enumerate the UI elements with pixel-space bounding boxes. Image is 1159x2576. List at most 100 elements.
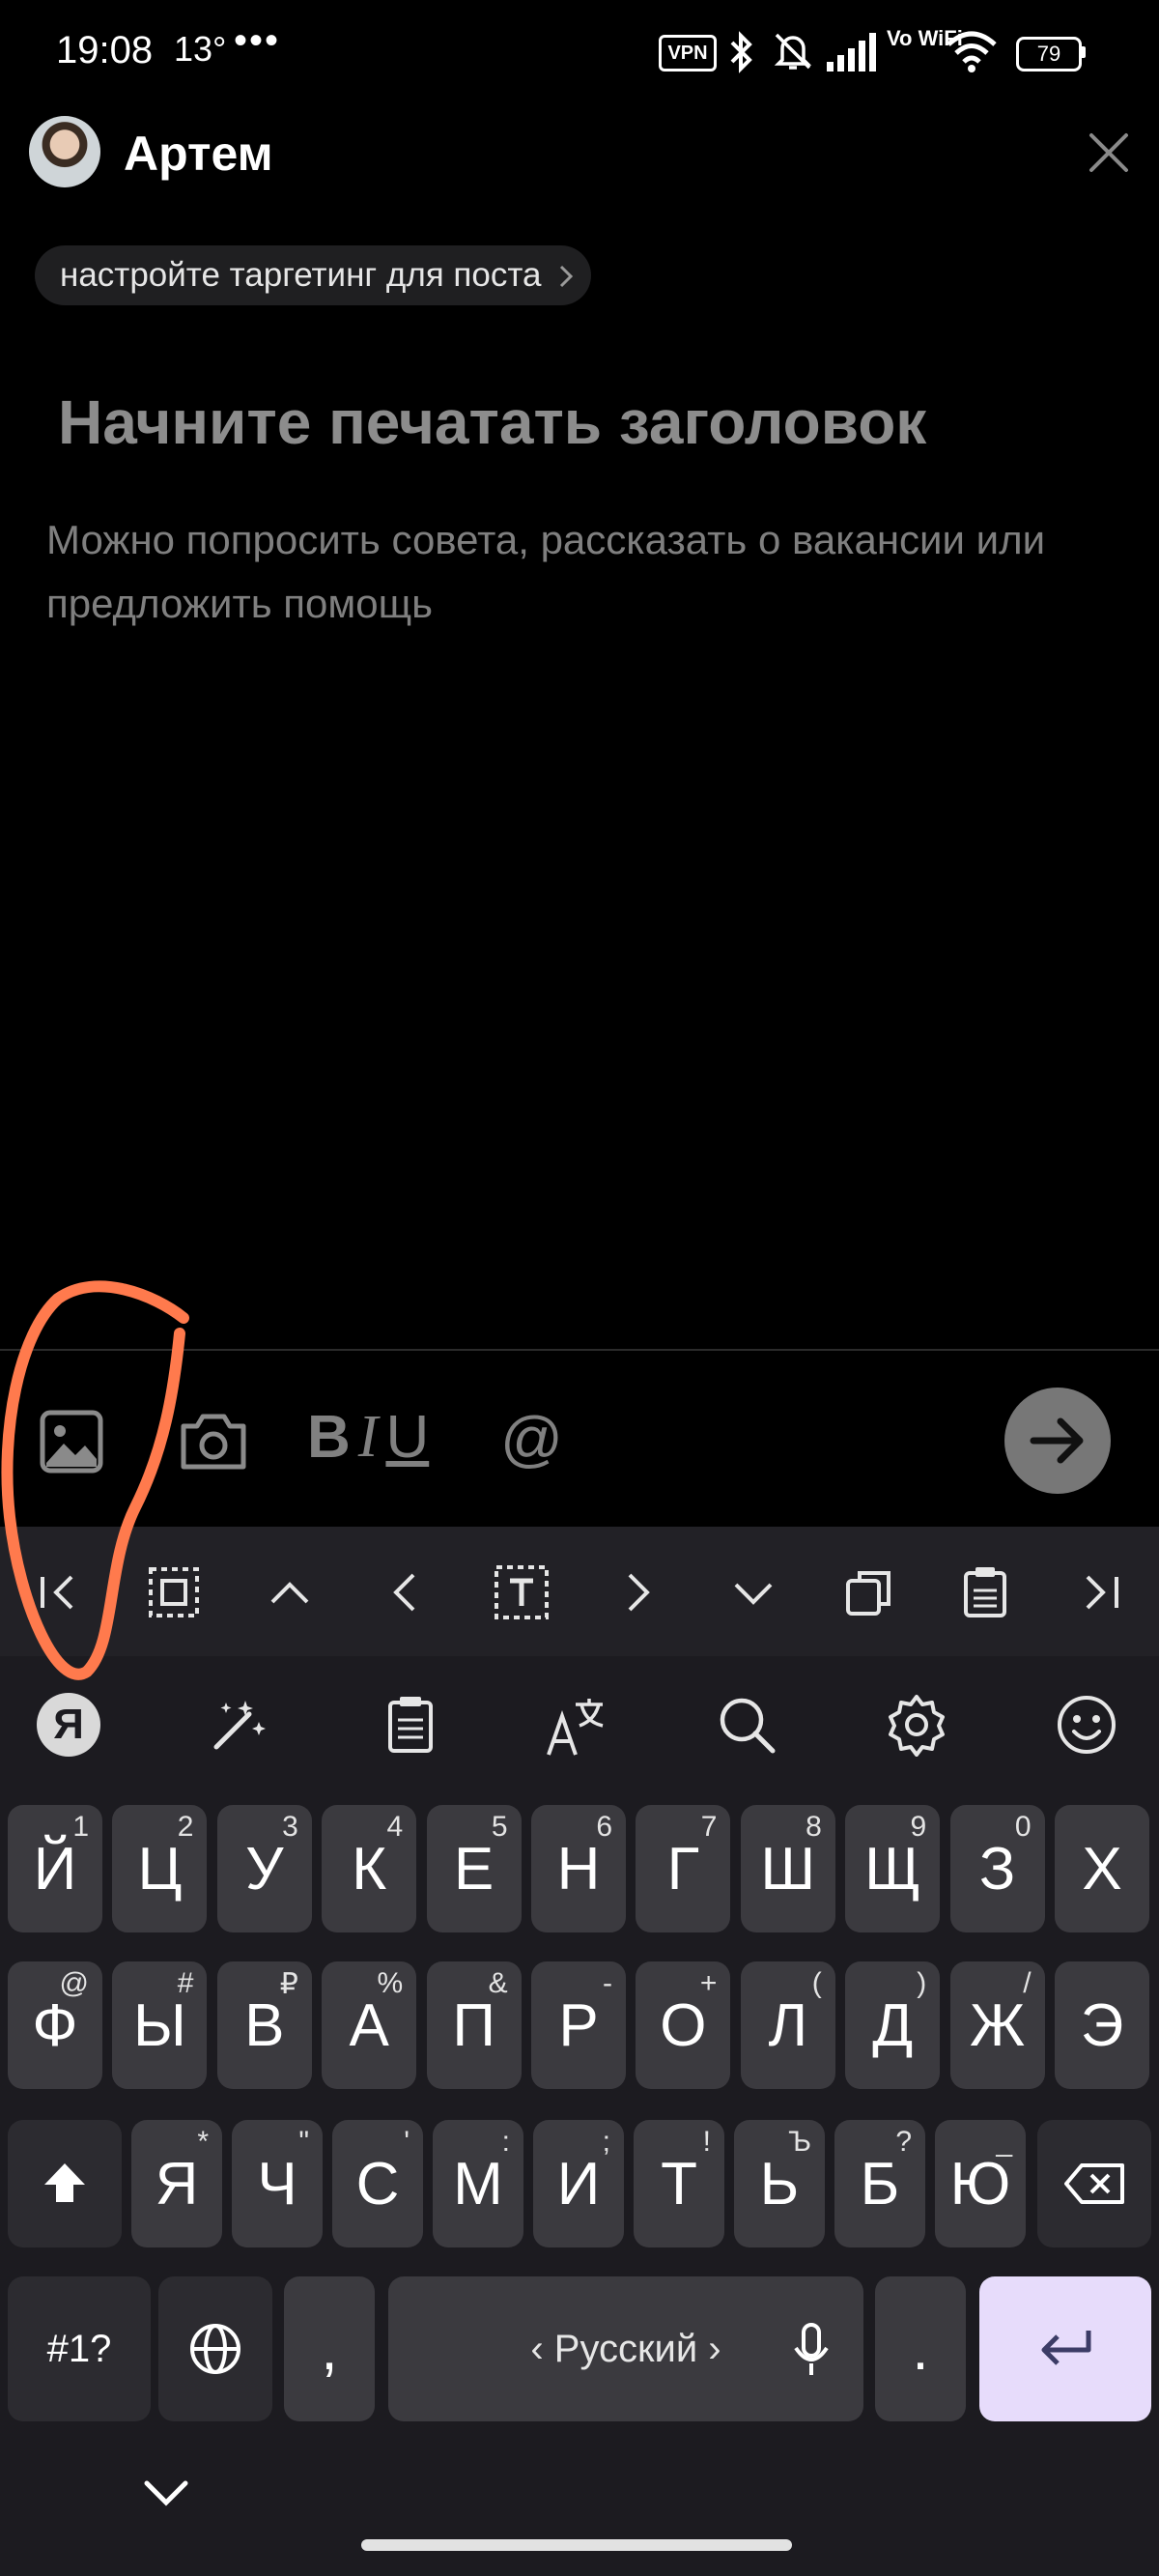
key[interactable]: Б? — [834, 2120, 925, 2247]
cursor-end-icon[interactable] — [1072, 1563, 1130, 1621]
key[interactable]: Э — [1055, 1961, 1149, 2089]
key[interactable]: Н6 — [531, 1805, 626, 1932]
copy-icon[interactable] — [840, 1563, 898, 1621]
period-key[interactable]: . — [875, 2276, 966, 2421]
key[interactable]: З0 — [949, 1805, 1045, 1932]
key-label: Б — [860, 2150, 900, 2218]
key-hint: ? — [895, 2126, 912, 2158]
key-hint: ! — [702, 2126, 711, 2158]
clipboard-icon[interactable] — [379, 1693, 442, 1757]
key-hint: + — [699, 1967, 718, 1999]
key[interactable]: Ю _ — [935, 2120, 1026, 2247]
key[interactable]: Щ9 — [845, 1805, 941, 1932]
settings-icon[interactable] — [885, 1693, 948, 1757]
key[interactable]: И; — [533, 2120, 624, 2247]
key[interactable]: У3 — [216, 1805, 312, 1932]
key[interactable]: Г7 — [636, 1805, 731, 1932]
space-key[interactable]: ‹ Русский › — [388, 2276, 863, 2421]
key-label: Щ — [864, 1835, 921, 1903]
home-indicator[interactable] — [361, 2539, 792, 2551]
key[interactable]: Ш8 — [740, 1805, 835, 1932]
cursor-right-icon[interactable] — [608, 1563, 666, 1621]
key-hint: ; — [602, 2126, 610, 2158]
key[interactable]: Ф @ — [8, 1961, 102, 2089]
key[interactable]: О + — [636, 1961, 731, 2089]
shift-icon — [44, 2163, 85, 2202]
cursor-down-icon[interactable] — [724, 1563, 782, 1621]
key[interactable]: Й1 — [8, 1805, 102, 1932]
close-icon[interactable] — [1080, 124, 1138, 182]
key-label: М — [453, 2150, 503, 2218]
key[interactable]: Ц2 — [112, 1805, 208, 1932]
italic-button[interactable]: I — [358, 1403, 379, 1472]
key[interactable]: П & — [426, 1961, 522, 2089]
language-key[interactable] — [158, 2276, 272, 2421]
key-hint: @ — [59, 1967, 89, 1999]
bell-muted-icon — [774, 33, 812, 70]
key-hint: ₽ — [279, 1968, 298, 2000]
key[interactable]: В ₽ — [216, 1961, 312, 2089]
key-label: К — [352, 1835, 387, 1903]
key[interactable]: Ы # — [112, 1961, 208, 2089]
backspace-key[interactable] — [1037, 2120, 1151, 2247]
key[interactable]: Е5 — [426, 1805, 522, 1932]
key[interactable]: Р- — [531, 1961, 626, 2089]
shift-key[interactable] — [8, 2120, 122, 2247]
select-text-icon[interactable] — [493, 1563, 551, 1621]
key-hint: / — [1023, 1967, 1032, 1999]
battery-icon: 79 — [1016, 37, 1082, 72]
avatar[interactable] — [29, 116, 100, 187]
post-body-input[interactable]: Можно попросить совета, рассказать о вак… — [46, 508, 1128, 636]
emoji-icon[interactable] — [1055, 1693, 1118, 1757]
underline-button[interactable]: U — [385, 1403, 429, 1472]
key[interactable]: С ' — [332, 2120, 423, 2247]
bold-button[interactable]: B — [307, 1403, 351, 1472]
key[interactable]: М: — [433, 2120, 523, 2247]
cursor-left-icon[interactable] — [377, 1563, 435, 1621]
key-label: Ц — [137, 1835, 183, 1903]
key[interactable]: Д) — [845, 1961, 941, 2089]
mention-button[interactable]: @ — [500, 1403, 563, 1474]
key-label: Г — [666, 1835, 700, 1903]
key[interactable]: А% — [322, 1961, 417, 2089]
battery-tip — [1080, 46, 1086, 58]
key[interactable]: ЬЪ — [734, 2120, 825, 2247]
key-hint: 5 — [491, 1811, 508, 1843]
key[interactable]: Л( — [740, 1961, 835, 2089]
yandex-icon[interactable]: Я — [37, 1693, 100, 1757]
enter-key[interactable] — [979, 2276, 1151, 2421]
key-hint: : — [501, 2126, 510, 2158]
symbols-key[interactable]: #1? — [8, 2276, 151, 2421]
microphone-icon — [794, 2323, 829, 2375]
key[interactable]: Ж / — [949, 1961, 1045, 2089]
send-button[interactable] — [1004, 1388, 1111, 1494]
magic-wand-icon[interactable] — [207, 1693, 270, 1757]
key-hint: Ъ — [788, 2126, 811, 2158]
key-label: Р — [558, 1991, 599, 2059]
status-time: 19:08 — [56, 29, 154, 72]
key-hint: 2 — [177, 1811, 194, 1843]
key-hint: 3 — [282, 1811, 298, 1843]
key[interactable]: Т! — [634, 2120, 724, 2247]
key-hint: 9 — [910, 1811, 927, 1843]
wifi-icon — [947, 31, 997, 72]
comma-key[interactable]: , — [284, 2276, 375, 2421]
cursor-up-icon[interactable] — [261, 1563, 319, 1621]
bluetooth-icon — [730, 31, 752, 73]
key-hint: ) — [917, 1967, 927, 1999]
key-label: Ч — [257, 2150, 297, 2218]
key[interactable]: К4 — [322, 1805, 417, 1932]
hide-keyboard-icon[interactable] — [137, 2474, 195, 2512]
key[interactable]: Ч " — [232, 2120, 323, 2247]
search-icon[interactable] — [715, 1693, 778, 1757]
post-title-input[interactable]: Начните печатать заголовок — [58, 386, 926, 458]
key-hint: % — [377, 1967, 404, 1999]
translate-icon[interactable] — [543, 1693, 610, 1760]
key-label: У — [245, 1835, 284, 1903]
key[interactable]: Я * — [131, 2120, 222, 2247]
key-label: Т — [661, 2150, 697, 2218]
paste-icon[interactable] — [956, 1563, 1014, 1621]
key[interactable]: Х — [1055, 1805, 1149, 1932]
targeting-chip[interactable]: настройте таргетинг для поста — [35, 245, 592, 305]
backspace-icon — [1064, 2163, 1124, 2204]
